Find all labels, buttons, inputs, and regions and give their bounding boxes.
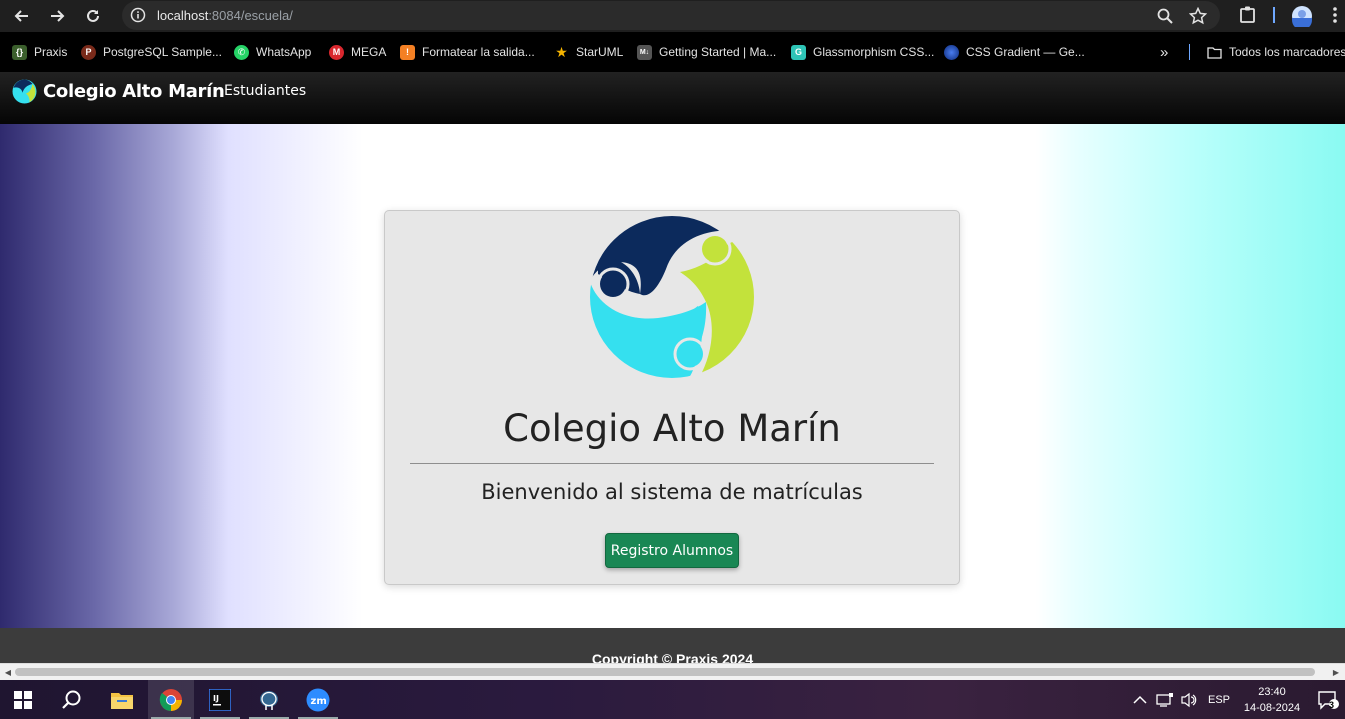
- scroll-left-icon[interactable]: ◀: [3, 667, 13, 677]
- file-explorer-icon[interactable]: [99, 680, 145, 719]
- web-page: Colegio Alto Marín Estudiantes Colegio A…: [0, 72, 1345, 663]
- bookmark-glassmorphism[interactable]: G Glassmorphism CSS...: [791, 43, 934, 61]
- language-indicator[interactable]: ESP: [1208, 680, 1230, 719]
- toolbar-divider: [1273, 7, 1275, 23]
- address-bar[interactable]: localhost:8084/escuela/: [122, 1, 1220, 30]
- bookmark-getting-started[interactable]: M↓ Getting Started | Ma...: [637, 43, 776, 61]
- markdown-icon: M↓: [637, 44, 652, 60]
- forward-icon[interactable]: [45, 4, 69, 28]
- windows-start-icon[interactable]: [0, 680, 46, 719]
- bookmark-staruml[interactable]: ★ StarUML: [554, 43, 623, 61]
- welcome-card: Colegio Alto Marín Bienvenido al sistema…: [384, 210, 960, 585]
- bookmark-praxis[interactable]: {} Praxis: [12, 43, 67, 61]
- url-text[interactable]: localhost:8084/escuela/: [157, 8, 293, 23]
- bookmarks-bar: {} Praxis P PostgreSQL Sample... ✆ WhatsApp…: [0, 32, 1345, 72]
- bookmarks-overflow-icon[interactable]: »: [1160, 43, 1168, 61]
- show-hidden-icons[interactable]: [1133, 680, 1147, 719]
- reload-icon[interactable]: [81, 4, 105, 28]
- clock-date: 14-08-2024: [1243, 702, 1301, 714]
- browser-toolbar: localhost:8084/escuela/: [0, 0, 1345, 32]
- scrollbar-thumb[interactable]: [15, 668, 1315, 676]
- bookmark-mega[interactable]: M MEGA: [329, 43, 386, 61]
- back-icon[interactable]: [10, 4, 34, 28]
- taskbar: IJ zm ESP 23:40 14-08-2024 3: [0, 680, 1345, 719]
- profile-avatar[interactable]: [1291, 5, 1313, 30]
- gradient-icon: [944, 44, 959, 60]
- volume-icon[interactable]: [1180, 680, 1198, 719]
- nav-link-estudiantes[interactable]: Estudiantes: [224, 83, 306, 99]
- star-icon: ★: [555, 43, 568, 60]
- zoom-app-icon[interactable]: zm: [295, 680, 341, 719]
- menu-icon[interactable]: [1330, 5, 1345, 27]
- scroll-right-icon[interactable]: ▶: [1331, 667, 1341, 677]
- horizontal-scrollbar[interactable]: ◀ ▶: [0, 663, 1345, 680]
- glass-icon: G: [791, 44, 806, 60]
- postgresql-icon: P: [81, 44, 96, 60]
- page-title: Colegio Alto Marín: [503, 407, 841, 450]
- mega-icon: M: [329, 44, 344, 60]
- navbar-brand[interactable]: Colegio Alto Marín: [12, 79, 225, 104]
- network-icon[interactable]: [1156, 680, 1174, 719]
- whatsapp-icon: ✆: [234, 44, 249, 60]
- bookmark-css-gradient[interactable]: CSS Gradient — Ge...: [944, 43, 1085, 61]
- brand-name: Colegio Alto Marín: [43, 81, 225, 102]
- zoom-icon[interactable]: [1156, 7, 1174, 25]
- folder-icon: [1207, 45, 1222, 60]
- praxis-icon: {}: [12, 44, 27, 60]
- site-info-icon[interactable]: [130, 7, 146, 23]
- bookmark-star-icon[interactable]: [1188, 6, 1208, 25]
- welcome-subtitle: Bienvenido al sistema de matrículas: [481, 480, 863, 504]
- svg-text:zm: zm: [311, 696, 327, 707]
- search-icon[interactable]: [49, 680, 95, 719]
- divider: [410, 463, 934, 464]
- bookmark-formatear[interactable]: ! Formatear la salida...: [400, 43, 535, 61]
- shield-icon: !: [400, 44, 415, 60]
- bookmarks-divider: [1189, 44, 1190, 60]
- copyright-text: Copyright © Praxis 2024: [591, 651, 754, 663]
- svg-text:IJ: IJ: [213, 694, 219, 703]
- app-navbar: Colegio Alto Marín Estudiantes: [0, 72, 1345, 124]
- clock[interactable]: 23:40 14-08-2024: [1232, 684, 1312, 716]
- bookmark-postgresql[interactable]: P PostgreSQL Sample...: [81, 43, 222, 61]
- extensions-icon[interactable]: [1238, 5, 1260, 27]
- registro-alumnos-button[interactable]: Registro Alumnos: [605, 533, 739, 568]
- notifications-icon[interactable]: 3: [1317, 680, 1339, 719]
- clock-time: 23:40: [1258, 686, 1286, 698]
- intellij-icon[interactable]: IJ: [197, 680, 243, 719]
- school-logo-icon: [12, 79, 37, 104]
- school-logo-icon: [588, 214, 756, 380]
- page-footer: Copyright © Praxis 2024: [0, 628, 1345, 663]
- all-bookmarks[interactable]: Todos los marcadores: [1207, 43, 1345, 61]
- pgadmin-icon[interactable]: [246, 680, 292, 719]
- bookmark-whatsapp[interactable]: ✆ WhatsApp: [234, 43, 311, 61]
- notification-count: 3: [1329, 700, 1335, 710]
- chrome-icon[interactable]: [148, 680, 194, 719]
